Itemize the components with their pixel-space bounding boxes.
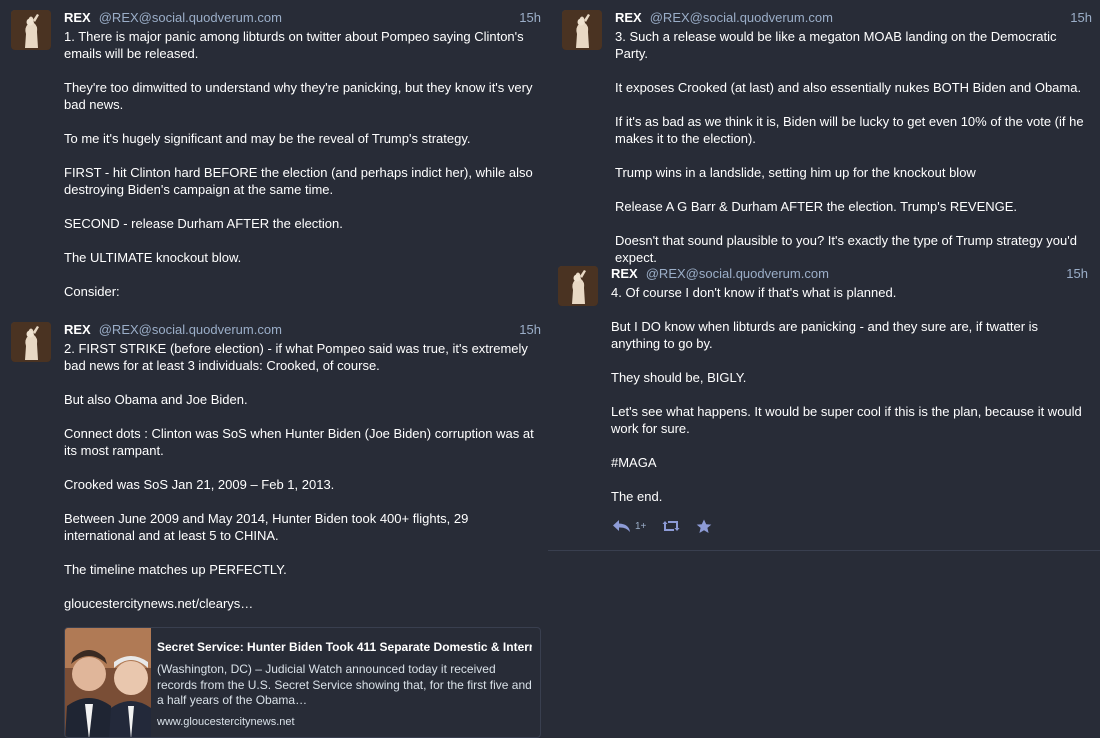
timestamp[interactable]: 15h xyxy=(519,322,541,338)
status-paragraph: Between June 2009 and May 2014, Hunter B… xyxy=(64,511,469,543)
status-paragraph: If it's as bad as we think it is, Biden … xyxy=(615,114,1084,146)
status-2[interactable]: REX @REX@social.quodverum.com 15h 2. FIRS… xyxy=(11,322,541,622)
timestamp[interactable]: 15h xyxy=(1070,10,1092,26)
status-paragraph: Consider: xyxy=(64,284,120,299)
status-content: 3. Such a release would be like a megato… xyxy=(615,28,1092,266)
status-link[interactable]: gloucestercitynews.net/clearys… xyxy=(64,595,541,612)
link-preview-text: Secret Service: Hunter Biden Took 411 Se… xyxy=(157,640,532,729)
reply-count: 1+ xyxy=(635,520,647,532)
timestamp[interactable]: 15h xyxy=(519,10,541,26)
link-preview-thumbnail xyxy=(65,628,151,737)
status-paragraph: The timeline matches up PERFECTLY. xyxy=(64,562,287,577)
status-paragraph: SECOND - release Durham AFTER the electi… xyxy=(64,216,343,231)
status-3[interactable]: REX @REX@social.quodverum.com 15h 3. Such… xyxy=(562,10,1092,265)
avatar[interactable] xyxy=(558,266,598,306)
status-1[interactable]: REX @REX@social.quodverum.com 15h 1. Ther… xyxy=(11,10,541,310)
link-preview-card[interactable]: Secret Service: Hunter Biden Took 411 Se… xyxy=(64,627,541,738)
status-paragraph: But I DO know when libturds are panickin… xyxy=(611,319,1039,351)
status-header: REX @REX@social.quodverum.com 15h xyxy=(615,10,1092,26)
display-name[interactable]: REX xyxy=(611,266,638,281)
status-paragraph: Doesn't that sound plausible to you? It'… xyxy=(615,233,1077,265)
avatar[interactable] xyxy=(562,10,602,50)
timestamp[interactable]: 15h xyxy=(1066,266,1088,282)
favourite-button[interactable] xyxy=(696,519,712,534)
display-name[interactable]: REX xyxy=(64,10,91,25)
status-paragraph: The end. xyxy=(611,489,663,504)
reply-all-button[interactable]: 1+ xyxy=(612,519,646,533)
status-paragraph: They're too dimwitted to understand why … xyxy=(64,80,533,112)
status-paragraph: Trump wins in a landslide, setting him u… xyxy=(615,165,976,180)
status-header: REX @REX@social.quodverum.com 15h xyxy=(64,10,541,26)
status-paragraph: 1. There is major panic among libturds o… xyxy=(64,29,524,61)
reply-all-icon xyxy=(612,519,632,533)
display-name[interactable]: REX xyxy=(615,10,642,25)
status-paragraph: #MAGA xyxy=(611,455,657,470)
status-paragraph: They should be, BIGLY. xyxy=(611,370,747,385)
account-handle[interactable]: @REX@social.quodverum.com xyxy=(650,10,833,25)
left-column: REX @REX@social.quodverum.com 15h 1. Ther… xyxy=(0,0,548,738)
account-handle[interactable]: @REX@social.quodverum.com xyxy=(99,10,282,25)
status-header: REX @REX@social.quodverum.com 15h xyxy=(64,322,541,338)
status-paragraph: To me it's hugely significant and may be… xyxy=(64,131,471,146)
status-paragraph: Crooked was SoS Jan 21, 2009 – Feb 1, 20… xyxy=(64,477,335,492)
status-paragraph: But also Obama and Joe Biden. xyxy=(64,392,248,407)
status-paragraph: 2. FIRST STRIKE (before election) - if w… xyxy=(64,341,528,373)
right-column: REX @REX@social.quodverum.com 15h 3. Such… xyxy=(548,0,1100,738)
boost-button[interactable] xyxy=(662,519,680,533)
status-divider xyxy=(548,550,1100,551)
status-paragraph: FIRST - hit Clinton hard BEFORE the elec… xyxy=(64,165,533,197)
account-handle[interactable]: @REX@social.quodverum.com xyxy=(99,322,282,337)
status-paragraph: It exposes Crooked (at last) and also es… xyxy=(615,80,1082,95)
status-paragraph: Let's see what happens. It would be supe… xyxy=(611,404,1082,436)
status-content: 2. FIRST STRIKE (before election) - if w… xyxy=(64,340,541,612)
status-paragraph: 4. Of course I don't know if that's what… xyxy=(611,285,897,300)
retweet-icon xyxy=(662,519,680,533)
status-paragraph: The ULTIMATE knockout blow. xyxy=(64,250,242,265)
account-handle[interactable]: @REX@social.quodverum.com xyxy=(646,266,829,281)
status-content: 4. Of course I don't know if that's what… xyxy=(611,284,1088,505)
status-action-bar: 1+ xyxy=(612,516,728,536)
status-paragraph: 3. Such a release would be like a megato… xyxy=(615,29,1057,61)
avatar[interactable] xyxy=(11,10,51,50)
status-header: REX @REX@social.quodverum.com 15h xyxy=(611,266,1088,282)
status-paragraph: Release A G Barr & Durham AFTER the elec… xyxy=(615,199,1018,214)
status-content: 1. There is major panic among libturds o… xyxy=(64,28,541,300)
link-preview-title: Secret Service: Hunter Biden Took 411 Se… xyxy=(157,640,532,654)
star-icon xyxy=(696,519,712,534)
status-paragraph: Connect dots : Clinton was SoS when Hunt… xyxy=(64,426,534,458)
display-name[interactable]: REX xyxy=(64,322,91,337)
avatar[interactable] xyxy=(11,322,51,362)
link-preview-description: (Washington, DC) – Judicial Watch announ… xyxy=(157,662,532,707)
link-preview-host: www.gloucestercitynews.net xyxy=(157,715,295,728)
status-4[interactable]: REX @REX@social.quodverum.com 15h 4. Of c… xyxy=(558,266,1088,506)
